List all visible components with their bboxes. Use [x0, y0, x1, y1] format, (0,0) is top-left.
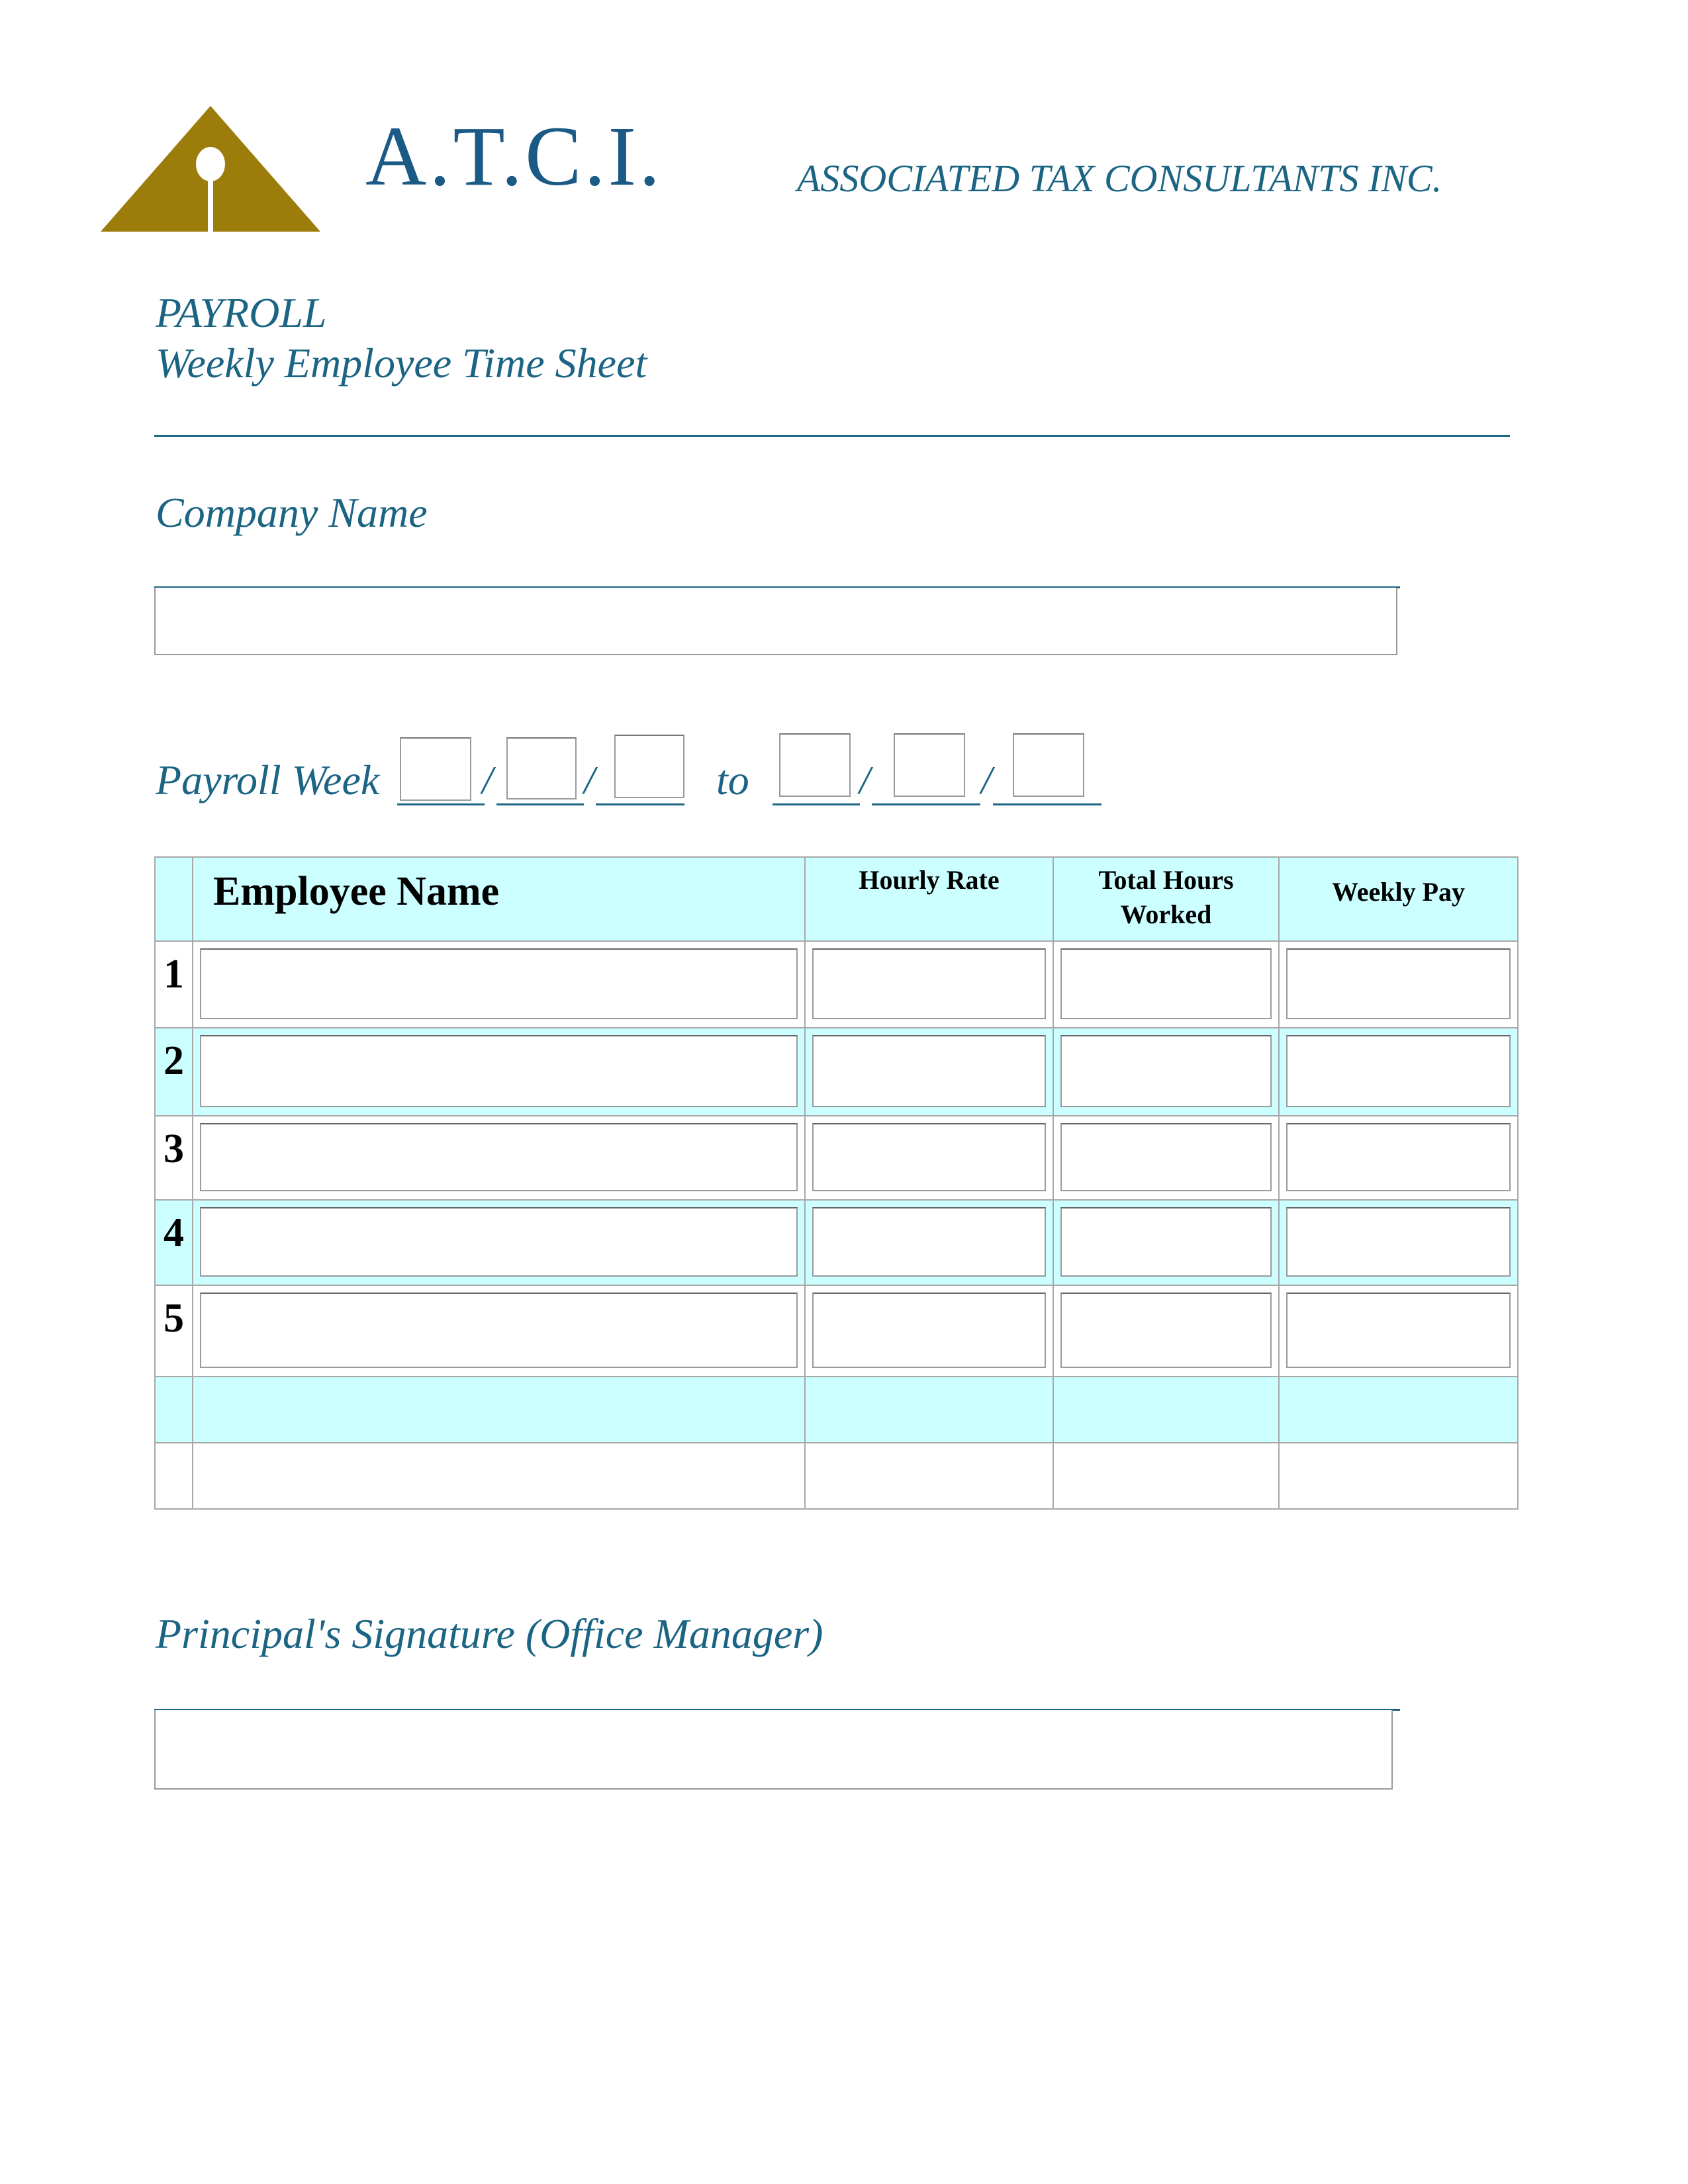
pay-input[interactable] — [1286, 1293, 1511, 1368]
company-name-label: Company Name — [156, 489, 428, 536]
cell-hours — [1053, 1115, 1280, 1201]
page-title: PAYROLL — [156, 289, 327, 336]
cell-rate — [804, 1199, 1054, 1286]
cell-name — [192, 1285, 806, 1377]
cell-hours — [1053, 1285, 1280, 1377]
time-sheet-table: Employee Name Hourly Rate Total Hours Wo… — [154, 856, 1519, 1510]
row-number: 3 — [154, 1115, 193, 1201]
to-label: to — [716, 756, 749, 803]
column-header-hourly-rate: Hourly Rate — [804, 856, 1054, 942]
table-row: 5 — [154, 1285, 1519, 1377]
column-header-total-hours: Total Hours Worked — [1053, 856, 1280, 942]
cell-rate — [804, 1115, 1054, 1201]
table-row: 2 — [154, 1027, 1519, 1116]
payroll-week-label: Payroll Week — [156, 756, 380, 803]
company-full-name: ASSOCIATED TAX CONSULTANTS INC. — [797, 157, 1442, 200]
column-header-label: Total Hours Worked — [1098, 865, 1234, 929]
rate-input[interactable] — [812, 1035, 1046, 1107]
date-separator: / — [859, 758, 870, 802]
from-year-input[interactable] — [614, 735, 684, 798]
title-divider — [154, 435, 1510, 437]
hours-input[interactable] — [1060, 1293, 1272, 1368]
table-row: 1 — [154, 940, 1519, 1028]
page-subtitle: Weekly Employee Time Sheet — [156, 340, 647, 387]
cell-rate — [804, 1027, 1054, 1116]
date-underline — [596, 803, 684, 805]
rate-input[interactable] — [812, 1293, 1046, 1368]
from-month-input[interactable] — [400, 737, 471, 801]
date-underline — [496, 803, 584, 805]
cell-hours — [1053, 940, 1280, 1028]
rate-input[interactable] — [812, 948, 1046, 1019]
cell-name — [192, 1027, 806, 1116]
to-month-input[interactable] — [779, 733, 851, 797]
name-input[interactable] — [200, 1293, 798, 1368]
hours-input[interactable] — [1060, 1207, 1272, 1277]
name-input[interactable] — [200, 1207, 798, 1277]
date-separator: / — [584, 758, 595, 802]
pay-input[interactable] — [1286, 1123, 1511, 1191]
hours-input[interactable] — [1060, 1035, 1272, 1107]
cell-pay — [1278, 1199, 1519, 1286]
logo-text: A.T.C.I. — [365, 109, 663, 203]
column-header-label: Hourly Rate — [859, 865, 1000, 895]
hours-input[interactable] — [1060, 948, 1272, 1019]
cell-pay — [1278, 1115, 1519, 1201]
rate-input[interactable] — [812, 1123, 1046, 1191]
cell-pay — [1278, 1027, 1519, 1116]
pay-input[interactable] — [1286, 948, 1511, 1019]
cell-name — [192, 1199, 806, 1286]
cell-rate — [804, 1285, 1054, 1377]
cell-hours — [1053, 1027, 1280, 1116]
date-underline — [993, 803, 1102, 805]
row-number-header — [154, 856, 193, 942]
column-header-label: Employee Name — [213, 869, 500, 914]
cell-rate — [804, 940, 1054, 1028]
table-row-empty — [154, 1442, 1519, 1510]
table-row-empty — [154, 1376, 1519, 1443]
name-input[interactable] — [200, 948, 798, 1019]
date-separator: / — [981, 758, 992, 802]
cell-pay — [1278, 940, 1519, 1028]
row-number: 5 — [154, 1285, 193, 1377]
date-underline — [397, 803, 485, 805]
pay-input[interactable] — [1286, 1035, 1511, 1107]
cell-pay — [1278, 1285, 1519, 1377]
to-year-input[interactable] — [1013, 733, 1084, 797]
table-header-row: Employee Name Hourly Rate Total Hours Wo… — [154, 856, 1519, 942]
pay-input[interactable] — [1286, 1207, 1511, 1277]
column-header-label: Weekly Pay — [1331, 877, 1466, 907]
cell-name — [192, 1115, 806, 1201]
company-name-input[interactable] — [154, 588, 1397, 655]
column-header-employee-name: Employee Name — [192, 856, 806, 942]
table-row: 4 — [154, 1199, 1519, 1286]
row-number: 4 — [154, 1199, 193, 1286]
name-input[interactable] — [200, 1035, 798, 1107]
rate-input[interactable] — [812, 1207, 1046, 1277]
cell-hours — [1053, 1199, 1280, 1286]
date-underline — [773, 803, 860, 805]
hours-input[interactable] — [1060, 1123, 1272, 1191]
from-day-input[interactable] — [506, 737, 577, 799]
cell-name — [192, 940, 806, 1028]
row-number: 2 — [154, 1027, 193, 1116]
column-header-weekly-pay: Weekly Pay — [1278, 856, 1519, 942]
date-separator: / — [482, 758, 493, 802]
table-row: 3 — [154, 1115, 1519, 1201]
signature-label: Principal's Signature (Office Manager) — [156, 1610, 823, 1657]
row-number: 1 — [154, 940, 193, 1028]
signature-input[interactable] — [154, 1710, 1393, 1790]
to-day-input[interactable] — [894, 733, 965, 797]
name-input[interactable] — [200, 1123, 798, 1191]
date-underline — [872, 803, 980, 805]
atci-logo-icon — [101, 106, 320, 232]
